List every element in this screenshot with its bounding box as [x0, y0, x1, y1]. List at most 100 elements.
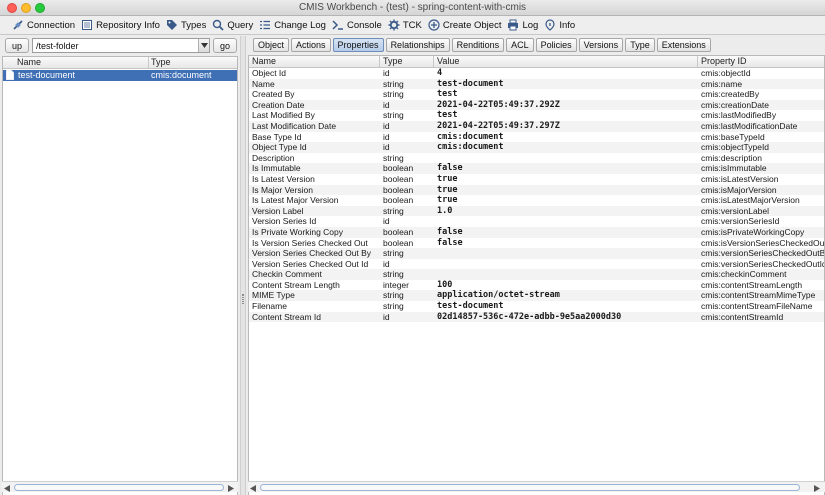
- table-row[interactable]: Object Type Id id cmis:document cmis:object…: [249, 142, 824, 153]
- property-id-cell: cmis:creationDate: [701, 99, 770, 110]
- property-value-cell: false: [437, 226, 463, 237]
- property-id-cell: cmis:isPrivateWorkingCopy: [701, 226, 805, 237]
- book-icon: [82, 20, 93, 30]
- table-row[interactable]: Name string test-document cmis:name: [249, 78, 824, 90]
- table-row[interactable]: Version Series Checked Out Id id cmis:vers…: [249, 259, 824, 270]
- property-name-cell: Is Private Working Copy: [252, 226, 344, 237]
- folder-table-row[interactable]: test-document cmis:document: [3, 70, 237, 81]
- table-row[interactable]: Version Series Id id cmis:versionSeriesId: [249, 216, 824, 227]
- column-header-value[interactable]: Value: [434, 56, 698, 67]
- table-row[interactable]: Is Major Version boolean true cmis:isMajorV…: [249, 184, 824, 196]
- table-row[interactable]: Filename string test-document cmis:contentS…: [249, 301, 824, 312]
- property-type-cell: integer: [383, 279, 409, 290]
- types-label: Types: [180, 19, 207, 31]
- property-type-cell: string: [383, 301, 404, 312]
- tab-policies[interactable]: Policies: [535, 38, 577, 52]
- pane-splitter[interactable]: [240, 36, 246, 495]
- table-row[interactable]: Description string cmis:description: [249, 153, 824, 164]
- table-row[interactable]: Last Modification Date id 2021-04-22T05:49…: [249, 120, 824, 132]
- table-row[interactable]: Version Series Checked Out By string cmis:…: [249, 248, 824, 259]
- create-object-button[interactable]: Create Object: [426, 17, 506, 34]
- property-name-cell: Last Modified By: [252, 110, 315, 121]
- path-input[interactable]: [33, 39, 199, 52]
- table-row[interactable]: Is Private Working Copy boolean false cmis:…: [249, 226, 824, 238]
- property-type-cell: id: [383, 120, 390, 131]
- property-name-cell: Is Immutable: [252, 163, 301, 174]
- splitter-grip-icon[interactable]: [242, 294, 244, 304]
- path-combobox[interactable]: [32, 38, 210, 53]
- scroll-thumb[interactable]: [260, 484, 800, 491]
- table-row[interactable]: Is Version Series Checked Out boolean fals…: [249, 238, 824, 249]
- property-type-cell: string: [383, 290, 404, 301]
- scroll-left-arrow-icon[interactable]: [4, 484, 10, 492]
- table-row[interactable]: Checkin Comment string cmis:checkinComment: [249, 269, 824, 280]
- table-row[interactable]: MIME Type string application/octet-stream c…: [249, 290, 824, 302]
- object-details-pane: Object Actions Properties Relationships Rend…: [247, 36, 825, 495]
- table-row[interactable]: Is Latest Major Version boolean true cmis:i…: [249, 195, 824, 206]
- column-header-property-id[interactable]: Property ID: [698, 56, 824, 67]
- tab-renditions[interactable]: Renditions: [451, 38, 505, 52]
- tck-button[interactable]: TCK: [386, 17, 426, 34]
- table-row[interactable]: Base Type Id id cmis:document cmis:baseType…: [249, 132, 824, 143]
- property-value-cell: 1.0: [437, 205, 453, 216]
- go-button[interactable]: go: [213, 38, 237, 53]
- property-type-cell: string: [383, 248, 404, 259]
- table-row[interactable]: Content Stream Length integer 100 cmis:cont…: [249, 280, 824, 291]
- property-name-cell: Content Stream Length: [252, 279, 340, 290]
- table-row[interactable]: Content Stream Id id 02d14857-536c-472e-ad…: [249, 311, 824, 323]
- info-button[interactable]: Info: [542, 17, 579, 34]
- property-id-cell: cmis:contentStreamId: [701, 311, 784, 322]
- navigator-horizontal-scrollbar[interactable]: [2, 481, 238, 492]
- log-label: Log: [522, 19, 539, 31]
- table-row[interactable]: Object Id id 4 cmis:objectId: [249, 68, 824, 79]
- property-type-cell: boolean: [383, 163, 414, 174]
- properties-horizontal-scrollbar[interactable]: [248, 481, 825, 492]
- column-header-name[interactable]: Name: [249, 56, 380, 67]
- property-name-cell: Checkin Comment: [252, 269, 322, 280]
- folder-table-header: Name Type: [3, 57, 237, 69]
- property-value-cell: true: [437, 184, 458, 195]
- table-row[interactable]: Created By string test cmis:createdBy: [249, 89, 824, 100]
- table-row[interactable]: Last Modified By string test cmis:lastModif…: [249, 110, 824, 121]
- tab-properties[interactable]: Properties: [332, 38, 384, 52]
- console-label: Console: [346, 19, 382, 31]
- up-button[interactable]: up: [5, 38, 29, 53]
- scroll-thumb[interactable]: [14, 484, 224, 491]
- table-row[interactable]: Creation Date id 2021-04-22T05:49:37.292Z c…: [249, 99, 824, 111]
- repository-info-button[interactable]: Repository Info: [79, 17, 164, 34]
- column-header-type[interactable]: Type: [149, 57, 237, 68]
- scroll-left-arrow-icon[interactable]: [250, 484, 256, 492]
- types-button[interactable]: Types: [164, 17, 210, 34]
- console-button[interactable]: Console: [330, 17, 386, 34]
- property-value-cell: test-document: [437, 78, 504, 89]
- change-log-button[interactable]: Change Log: [257, 17, 330, 34]
- table-row[interactable]: Is Immutable boolean false cmis:isImmutable: [249, 163, 824, 174]
- scroll-right-arrow-icon[interactable]: [814, 484, 820, 492]
- tab-extensions[interactable]: Extensions: [656, 38, 711, 52]
- tab-acl[interactable]: ACL: [506, 38, 534, 52]
- property-id-cell: cmis:versionSeriesId: [701, 216, 780, 227]
- connection-button[interactable]: Connection: [10, 17, 79, 34]
- query-button[interactable]: Query: [210, 17, 257, 34]
- table-row[interactable]: Version Label string 1.0 cmis:versionLabel: [249, 205, 824, 217]
- scroll-right-arrow-icon[interactable]: [228, 484, 234, 492]
- path-dropdown-button[interactable]: [198, 39, 209, 52]
- tab-object[interactable]: Object: [253, 38, 290, 52]
- property-type-cell: id: [383, 216, 390, 227]
- tab-type[interactable]: Type: [625, 38, 655, 52]
- column-header-name[interactable]: Name: [3, 57, 149, 68]
- main-toolbar: Connection Repository Info Types Query C…: [0, 16, 825, 35]
- table-row[interactable]: Is Latest Version boolean true cmis:isLates…: [249, 174, 824, 185]
- property-name-cell: Object Id: [252, 68, 287, 78]
- tck-label: TCK: [402, 19, 422, 31]
- column-header-type[interactable]: Type: [380, 56, 434, 67]
- tab-actions[interactable]: Actions: [291, 38, 331, 52]
- property-name-cell: Version Series Checked Out By: [252, 248, 372, 259]
- tab-versions[interactable]: Versions: [578, 38, 624, 52]
- row-name-cell: test-document: [18, 70, 76, 80]
- property-type-cell: id: [383, 68, 390, 78]
- window-title: CMIS Workbench - (test) - spring-content…: [298, 2, 527, 13]
- chevron-down-icon: [200, 43, 208, 48]
- log-button[interactable]: Log: [505, 17, 542, 34]
- tab-relationships[interactable]: Relationships: [385, 38, 450, 52]
